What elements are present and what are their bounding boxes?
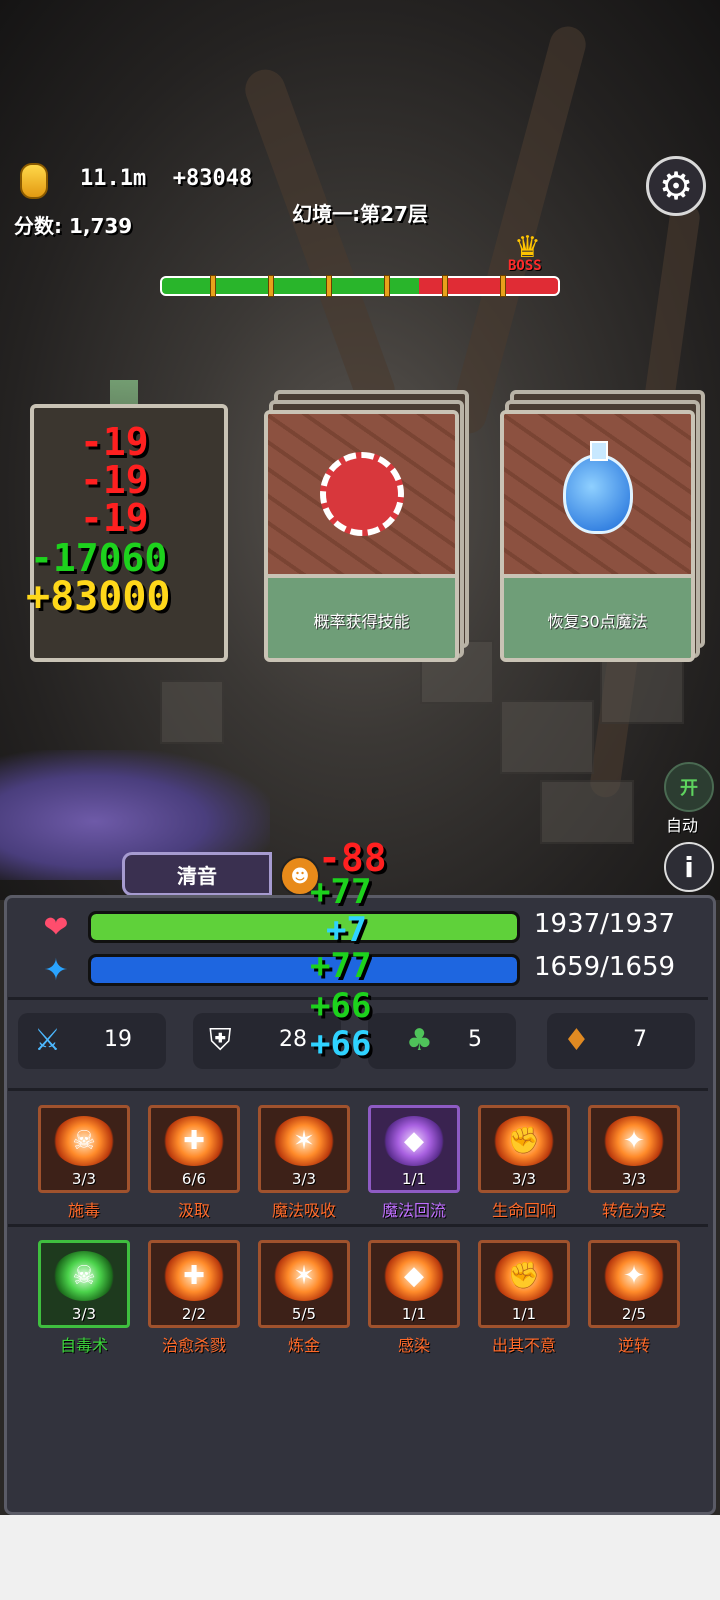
hp-bar [88,911,520,943]
heart-icon: ❤ [43,909,69,945]
skill-icon-frame: ◆ 1/1 [368,1240,460,1328]
skill-level: 1/1 [511,1305,537,1323]
skill-icon: ✚ [163,1251,225,1301]
skill-icon-frame: ✶ 3/3 [258,1105,350,1193]
gold-counter: 11.1m +83048 [80,166,253,191]
skill-icon: ✊ [493,1251,555,1301]
skill-slot[interactable]: ✶ 3/3 魔法吸收 [256,1105,352,1221]
money-bag-icon: ♦ [563,1023,590,1058]
skill-slot[interactable]: ✚ 2/2 治愈杀戮 [146,1240,242,1356]
skill-name: 汲取 [177,1201,210,1220]
skill-level: 6/6 [181,1170,207,1188]
skill-name: 逆转 [617,1336,650,1355]
skill-slot[interactable]: ✦ 3/3 转危为安 [586,1105,682,1221]
skill-name: 转危为安 [601,1201,666,1220]
skill-icon-frame: ✦ 3/3 [588,1105,680,1193]
skill-name: 魔法吸收 [271,1201,336,1220]
skill-level: 1/1 [401,1305,427,1323]
card-restore-mana[interactable]: 恢复30点魔法 [500,390,705,662]
skill-name: 治愈杀戮 [161,1336,226,1355]
luck-stat: ♣ 5 [368,1013,516,1069]
boss-progress-remaining [419,278,558,294]
skill-level: 3/3 [71,1170,97,1188]
skill-name: 自毒术 [59,1336,108,1355]
heal-number: +77 [310,946,372,986]
skill-icon-frame: ✚ 6/6 [148,1105,240,1193]
skill-name: 施毒 [67,1201,100,1220]
hero-name: 清音 [122,852,272,896]
mana-number: +7 [326,910,367,950]
gold-coin-icon [20,163,48,199]
skill-slot[interactable]: ◆ 1/1 魔法回流 [366,1105,462,1221]
skill-icon: ✦ [603,1116,665,1166]
heal-number: +66 [310,986,372,1026]
poker-chip-icon [319,452,404,536]
skill-icon: ☠ [53,1116,115,1166]
attack-stat: ⚔ 19 [18,1013,166,1069]
mana-potion-icon [562,441,633,534]
skill-level: 2/5 [621,1305,647,1323]
skill-level: 3/3 [511,1170,537,1188]
skill-slot[interactable]: ✦ 2/5 逆转 [586,1240,682,1356]
skill-icon: ☠ [53,1251,115,1301]
skill-icon-frame: ☠ 3/3 [38,1240,130,1328]
skill-icon-frame: ✶ 5/5 [258,1240,350,1328]
card-skill-chance[interactable]: 概率获得技能 [264,390,469,662]
skill-level: 3/3 [71,1305,97,1323]
loot-stat: ♦ 7 [547,1013,695,1069]
skill-icon-frame: ◆ 1/1 [368,1105,460,1193]
damage-number: -19 [80,496,149,540]
skill-name: 魔法回流 [381,1201,446,1220]
skill-level: 3/3 [291,1170,317,1188]
card-label: 恢复30点魔法 [504,574,691,658]
skill-icon-frame: ✊ 1/1 [478,1240,570,1328]
skill-level: 3/3 [621,1170,647,1188]
skill-name: 生命回响 [491,1201,556,1220]
skill-icon: ✶ [273,1116,335,1166]
mp-bar [88,954,520,986]
hp-value: 1937/1937 [534,909,676,939]
skill-icon: ◆ [383,1116,445,1166]
skill-slot[interactable]: ✊ 3/3 生命回响 [476,1105,572,1221]
skill-icon-frame: ☠ 3/3 [38,1105,130,1193]
info-button[interactable]: i [664,842,714,892]
skill-icon: ✚ [163,1116,225,1166]
skill-slot[interactable]: ◆ 1/1 感染 [366,1240,462,1356]
skill-name: 出其不意 [491,1336,556,1355]
skill-icon: ✶ [273,1251,335,1301]
skill-icon-frame: ✊ 3/3 [478,1105,570,1193]
skill-slot[interactable]: ✚ 6/6 汲取 [146,1105,242,1221]
skill-level: 1/1 [401,1170,427,1188]
auto-toggle-button[interactable]: 开 [664,762,714,812]
skill-name: 炼金 [287,1336,320,1355]
skill-icon: ✦ [603,1251,665,1301]
sword-icon: ⚔ [34,1023,61,1058]
boss-label: BOSS [508,258,542,274]
shield-icon: ⛨ [209,1023,232,1058]
skill-icon-frame: ✦ 2/5 [588,1240,680,1328]
card-label: 概率获得技能 [268,574,455,658]
auto-label: 自动 [666,816,699,835]
clover-icon: ♣ [406,1023,433,1058]
stage-title: 幻境一:第27层 [292,202,428,226]
system-nav-area [0,1515,720,1600]
skill-icon: ◆ [383,1251,445,1301]
skill-slot[interactable]: ✊ 1/1 出其不意 [476,1240,572,1356]
mana-number: +66 [310,1024,372,1064]
gold-gain-number: +83000 [26,574,171,620]
skill-icon-frame: ✚ 2/2 [148,1240,240,1328]
skill-level: 5/5 [291,1305,317,1323]
skill-slot[interactable]: ☠ 3/3 自毒术 [36,1240,132,1356]
boss-progress-fill [162,278,420,294]
mana-icon: ✦ [43,952,69,988]
skill-icon: ✊ [493,1116,555,1166]
skill-slot[interactable]: ☠ 3/3 施毒 [36,1105,132,1221]
heal-number: +77 [310,872,372,912]
skill-slot[interactable]: ✶ 5/5 炼金 [256,1240,352,1356]
skill-level: 2/2 [181,1305,207,1323]
skill-name: 感染 [397,1336,430,1355]
mp-value: 1659/1659 [534,952,676,982]
gear-icon[interactable]: ⚙ [646,156,706,216]
